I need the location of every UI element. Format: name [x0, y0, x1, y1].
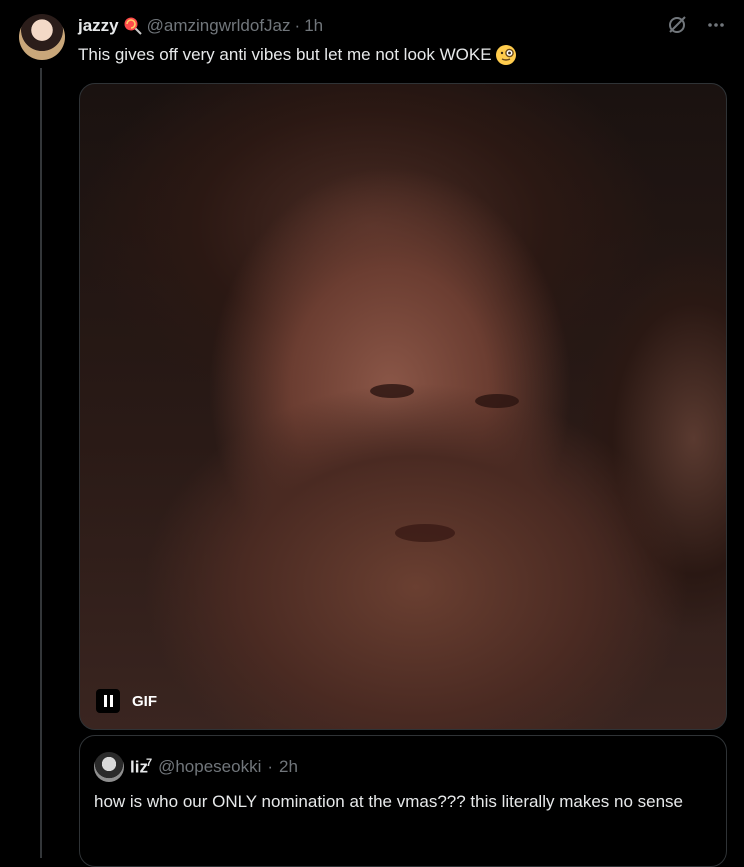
author-name[interactable]: jazzy	[78, 16, 119, 36]
tweet-actions-top	[666, 14, 726, 36]
quoted-tweet-header: liz7 @hopeseokki · 2h	[94, 752, 298, 782]
grok-icon[interactable]	[666, 14, 688, 36]
gif-media[interactable]: GIF	[79, 83, 727, 730]
gif-frame-detail	[395, 524, 455, 542]
gif-badge: GIF	[132, 692, 157, 710]
quoted-tweet-time[interactable]: 2h	[279, 757, 298, 777]
quoted-author-name[interactable]: liz7	[130, 757, 152, 778]
gif-frame-detail	[370, 384, 414, 398]
thread-connector-line	[40, 68, 42, 858]
monocle-face-icon	[495, 45, 516, 65]
author-avatar[interactable]	[19, 14, 65, 60]
gif-frame-detail	[475, 394, 519, 408]
quoted-author-avatar[interactable]	[94, 752, 124, 782]
more-icon[interactable]	[706, 15, 726, 35]
author-handle[interactable]: @amzingwrldofJaz	[147, 16, 291, 36]
tweet-header: jazzy @amzingwrldofJaz · 1h	[78, 14, 323, 38]
lollipop-icon	[124, 17, 142, 35]
quoted-author-handle[interactable]: @hopeseokki	[158, 757, 261, 777]
gif-controls: GIF	[96, 689, 157, 713]
separator-dot: ·	[267, 757, 274, 776]
tweet-time[interactable]: 1h	[304, 16, 323, 36]
quoted-tweet[interactable]: liz7 @hopeseokki · 2h how is who our ONL…	[79, 735, 727, 867]
tweet-text: This gives off very anti vibes but let m…	[78, 43, 517, 67]
pause-icon[interactable]	[96, 689, 120, 713]
quoted-tweet-text: how is who our ONLY nomination at the vm…	[94, 792, 683, 811]
separator-dot: ·	[294, 16, 301, 35]
quoted-author-name-sup: 7	[145, 756, 153, 769]
tweet-text-content: This gives off very anti vibes but let m…	[78, 45, 492, 64]
